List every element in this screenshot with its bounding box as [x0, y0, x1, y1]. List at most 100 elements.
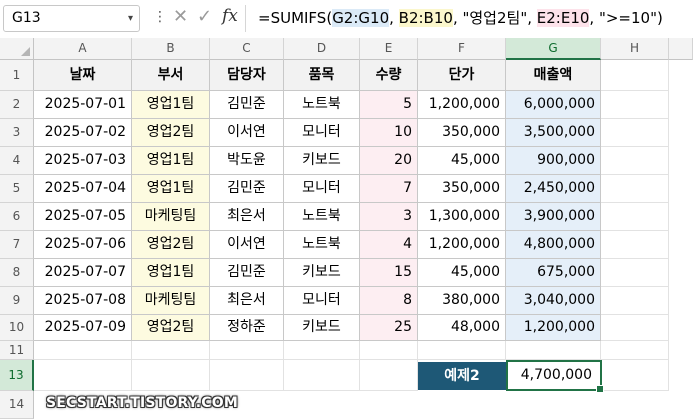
table-cell[interactable]: 영업2팀 — [132, 231, 210, 259]
empty-cell[interactable] — [418, 341, 506, 360]
table-cell[interactable]: 영업2팀 — [132, 315, 210, 341]
cancel-icon[interactable]: ✕ — [173, 6, 188, 27]
table-cell[interactable]: 김민준 — [210, 91, 284, 119]
table-cell[interactable]: 2025-07-07 — [34, 259, 132, 287]
table-cell[interactable]: 영업1팀 — [132, 259, 210, 287]
empty-cell[interactable] — [601, 315, 669, 341]
table-cell[interactable]: 김민준 — [210, 259, 284, 287]
empty-cell[interactable] — [360, 341, 418, 360]
empty-cell[interactable] — [601, 360, 669, 391]
row-header-9[interactable]: 9 — [0, 287, 34, 315]
table-cell[interactable]: 영업1팀 — [132, 91, 210, 119]
empty-cell[interactable] — [360, 360, 418, 391]
table-cell[interactable]: 7 — [360, 175, 418, 203]
formula-input[interactable]: =SUMIFS(G2:G10, B2:B10, "영업2팀", E2:E10, … — [258, 7, 663, 29]
table-header-cell[interactable]: 날짜 — [34, 60, 132, 91]
table-cell[interactable]: 4,800,000 — [506, 231, 601, 259]
table-header-cell[interactable]: 매출액 — [506, 60, 601, 91]
table-cell[interactable]: 2025-07-09 — [34, 315, 132, 341]
table-cell[interactable]: 900,000 — [506, 147, 601, 175]
table-cell[interactable]: 3,900,000 — [506, 203, 601, 231]
table-cell[interactable]: 이서연 — [210, 231, 284, 259]
table-cell[interactable]: 1,300,000 — [418, 203, 506, 231]
table-cell[interactable]: 350,000 — [418, 119, 506, 147]
table-header-cell[interactable]: 단가 — [418, 60, 506, 91]
column-header-f[interactable]: F — [418, 38, 506, 60]
table-cell[interactable]: 2,450,000 — [506, 175, 601, 203]
column-header-b[interactable]: B — [132, 38, 210, 60]
table-cell[interactable]: 350,000 — [418, 175, 506, 203]
table-cell[interactable]: 모니터 — [284, 119, 360, 147]
table-header-cell[interactable]: 담당자 — [210, 60, 284, 91]
empty-cell[interactable] — [601, 341, 669, 360]
empty-cell[interactable] — [601, 147, 669, 175]
empty-cell[interactable] — [34, 360, 132, 391]
table-cell[interactable]: 1,200,000 — [418, 231, 506, 259]
table-cell[interactable]: 영업1팀 — [132, 175, 210, 203]
table-cell[interactable]: 6,000,000 — [506, 91, 601, 119]
table-cell[interactable]: 20 — [360, 147, 418, 175]
empty-cell[interactable] — [284, 341, 360, 360]
empty-cell[interactable] — [601, 259, 669, 287]
insert-function-icon[interactable]: fx — [222, 6, 238, 26]
table-cell[interactable]: 15 — [360, 259, 418, 287]
row-header-14[interactable]: 14 — [0, 391, 34, 419]
table-cell[interactable]: 영업1팀 — [132, 147, 210, 175]
select-all-button[interactable] — [0, 38, 34, 60]
table-cell[interactable]: 25 — [360, 315, 418, 341]
table-cell[interactable]: 마케팅팀 — [132, 203, 210, 231]
table-cell[interactable]: 5 — [360, 91, 418, 119]
table-cell[interactable]: 2025-07-01 — [34, 91, 132, 119]
column-header-h[interactable]: H — [601, 38, 669, 60]
column-header-c[interactable]: C — [210, 38, 284, 60]
column-header-a[interactable]: A — [34, 38, 132, 60]
table-cell[interactable]: 2025-07-08 — [34, 287, 132, 315]
empty-cell[interactable] — [601, 91, 669, 119]
column-header-e[interactable]: E — [360, 38, 418, 60]
table-cell[interactable]: 최은서 — [210, 203, 284, 231]
table-cell[interactable]: 45,000 — [418, 147, 506, 175]
row-header-6[interactable]: 6 — [0, 203, 34, 231]
empty-cell[interactable] — [284, 360, 360, 391]
table-cell[interactable]: 모니터 — [284, 287, 360, 315]
table-cell[interactable]: 675,000 — [506, 259, 601, 287]
column-header-g[interactable]: G — [506, 38, 601, 60]
result-cell-g13[interactable]: 4,700,000 — [506, 360, 604, 393]
row-header-7[interactable]: 7 — [0, 231, 34, 259]
table-cell[interactable]: 2025-07-02 — [34, 119, 132, 147]
table-cell[interactable]: 키보드 — [284, 147, 360, 175]
table-cell[interactable]: 최은서 — [210, 287, 284, 315]
example-label[interactable]: 예제2 — [418, 362, 506, 390]
table-cell[interactable]: 노트북 — [284, 91, 360, 119]
row-header-2[interactable]: 2 — [0, 91, 34, 119]
table-cell[interactable]: 2025-07-04 — [34, 175, 132, 203]
empty-cell[interactable] — [601, 203, 669, 231]
empty-cell[interactable] — [210, 341, 284, 360]
table-cell[interactable]: 노트북 — [284, 203, 360, 231]
table-cell[interactable]: 48,000 — [418, 315, 506, 341]
table-cell[interactable]: 마케팅팀 — [132, 287, 210, 315]
table-cell[interactable]: 이서연 — [210, 119, 284, 147]
row-header-13[interactable]: 13 — [0, 360, 34, 391]
table-header-cell[interactable]: 부서 — [132, 60, 210, 91]
table-cell[interactable]: 노트북 — [284, 231, 360, 259]
row-header-10[interactable]: 10 — [0, 315, 34, 341]
table-cell[interactable]: 4 — [360, 231, 418, 259]
table-cell[interactable]: 키보드 — [284, 315, 360, 341]
table-cell[interactable]: 2025-07-05 — [34, 203, 132, 231]
row-header-1[interactable]: 1 — [0, 60, 34, 91]
table-cell[interactable]: 1,200,000 — [418, 91, 506, 119]
table-cell[interactable]: 영업2팀 — [132, 119, 210, 147]
empty-cell[interactable] — [506, 341, 601, 360]
empty-cell[interactable] — [132, 341, 210, 360]
table-cell[interactable]: 10 — [360, 119, 418, 147]
row-header-8[interactable]: 8 — [0, 259, 34, 287]
check-icon[interactable]: ✓ — [197, 6, 212, 27]
table-header-cell[interactable]: 수량 — [360, 60, 418, 91]
table-cell[interactable]: 박도윤 — [210, 147, 284, 175]
column-header-d[interactable]: D — [284, 38, 360, 60]
column-header-next[interactable] — [669, 38, 693, 60]
empty-cell[interactable] — [601, 231, 669, 259]
table-header-cell[interactable]: 품목 — [284, 60, 360, 91]
table-cell[interactable]: 정하준 — [210, 315, 284, 341]
